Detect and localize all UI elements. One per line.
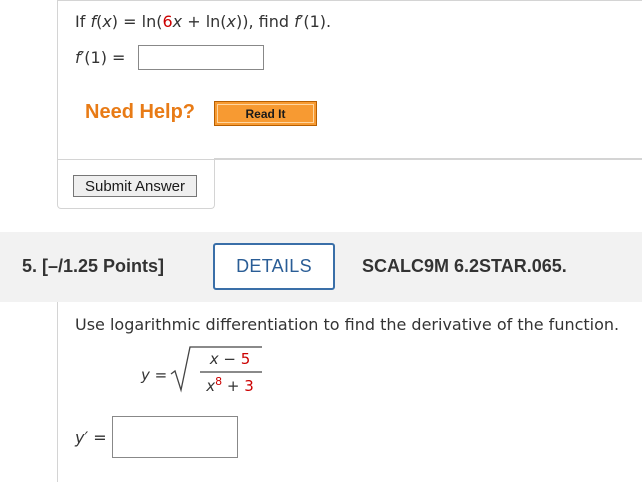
fraction-denominator: x8 + 3	[206, 375, 254, 395]
question-5-answer-input[interactable]	[112, 416, 238, 458]
question-4-answer-input[interactable]	[138, 45, 264, 70]
question-4-prompt: If f(x) = ln(6x + ln(x)), find f′(1).	[75, 12, 332, 31]
need-help-label: Need Help?	[85, 101, 196, 123]
question-5-code: SCALC9M 6.2STAR.065.	[362, 256, 567, 276]
question-4-answer-label: f′(1) =	[75, 48, 126, 67]
submit-answer-button[interactable]: Submit Answer	[73, 175, 197, 197]
question-5-answer-label: y′ =	[75, 428, 107, 447]
equation-lhs: y =	[141, 366, 168, 384]
question-5-prompt: Use logarithmic differentiation to find …	[75, 315, 620, 334]
question-5-title: 5. [–/1.25 Points]	[22, 256, 165, 276]
fraction-numerator: x − 5	[209, 350, 251, 368]
details-button[interactable]: DETAILS	[213, 243, 335, 290]
read-it-button[interactable]: Read It	[214, 101, 317, 126]
read-it-label: Read It	[217, 104, 314, 123]
divider	[214, 158, 642, 159]
